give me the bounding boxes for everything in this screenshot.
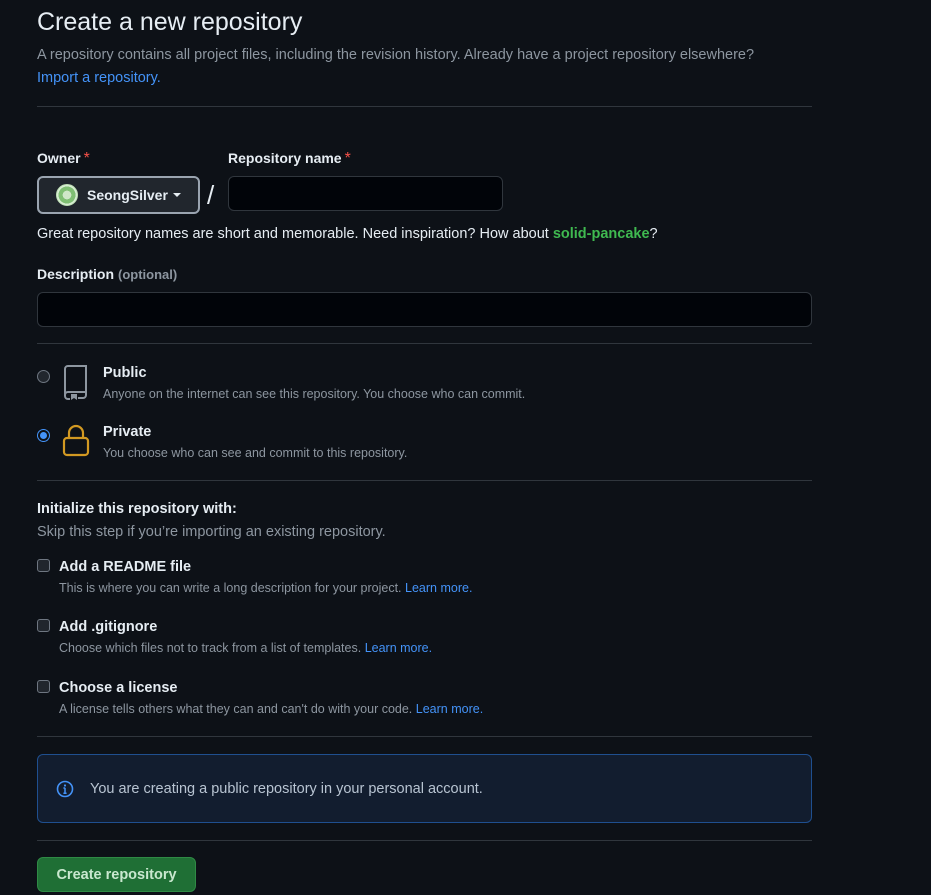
divider-notice (37, 736, 812, 737)
divider-initialize (37, 480, 812, 481)
gitignore-learn-more-link[interactable]: Learn more. (365, 641, 432, 655)
initialize-subtitle: Skip this step if you’re importing an ex… (37, 524, 386, 540)
info-icon (56, 780, 74, 797)
visibility-notice-text: You are creating a public repository in … (90, 780, 483, 797)
initialize-title: Initialize this repository with: (37, 501, 237, 517)
create-repository-button[interactable]: Create repository (37, 857, 196, 892)
lock-icon (62, 424, 90, 457)
owner-repo-separator: / (207, 180, 215, 210)
public-title: Public (103, 365, 147, 381)
name-suggestion[interactable]: solid-pancake (553, 226, 650, 242)
name-hint-text: Great repository names are short and mem… (37, 226, 553, 242)
gitignore-title[interactable]: Add .gitignore (59, 619, 157, 635)
private-description: You choose who can see and commit to thi… (103, 446, 408, 460)
gitignore-description: Choose which files not to track from a l… (59, 641, 432, 655)
gitignore-checkbox[interactable] (37, 619, 50, 632)
license-checkbox[interactable] (37, 680, 50, 693)
subtitle-text: A repository contains all project files,… (37, 47, 755, 63)
private-radio[interactable] (37, 429, 50, 442)
page-subtitle: A repository contains all project files,… (37, 44, 812, 90)
readme-learn-more-link[interactable]: Learn more. (405, 581, 472, 595)
owner-dropdown-button[interactable]: SeongSilver (37, 176, 200, 214)
readme-description-text: This is where you can write a long descr… (59, 581, 402, 595)
readme-title[interactable]: Add a README file (59, 559, 191, 575)
owner-required-mark: * (83, 150, 90, 167)
public-radio[interactable] (37, 370, 50, 383)
owner-field: Owner * (37, 150, 90, 168)
license-title[interactable]: Choose a license (59, 680, 177, 696)
visibility-notice: You are creating a public repository in … (37, 754, 812, 823)
page: Create a new repository A repository con… (0, 0, 931, 895)
divider-top (37, 106, 812, 107)
owner-name: SeongSilver (87, 187, 168, 203)
avatar (56, 184, 78, 206)
name-hint: Great repository names are short and mem… (37, 226, 658, 242)
description-label: Description (37, 266, 115, 282)
divider-submit (37, 840, 812, 841)
name-hint-end: ? (649, 226, 658, 242)
owner-repo-row: Owner * SeongSilver / Repository name * (37, 150, 812, 214)
license-description-text: A license tells others what they can and… (59, 702, 413, 716)
license-learn-more-link[interactable]: Learn more. (416, 702, 483, 716)
repository-name-required-mark: * (344, 150, 351, 167)
public-description: Anyone on the internet can see this repo… (103, 387, 526, 401)
description-label-row: Description (optional) (37, 266, 177, 284)
repo-icon (64, 365, 87, 400)
triangle-down-icon (172, 193, 181, 197)
repository-name-label: Repository name (228, 150, 342, 166)
readme-description: This is where you can write a long descr… (59, 581, 472, 595)
private-title: Private (103, 424, 152, 440)
gitignore-description-text: Choose which files not to track from a l… (59, 641, 362, 655)
owner-label: Owner (37, 150, 81, 166)
description-optional-label: (optional) (118, 267, 178, 282)
description-input[interactable] (37, 292, 812, 327)
page-title: Create a new repository (37, 8, 303, 36)
import-repository-link[interactable]: Import a repository. (37, 70, 161, 86)
repository-name-input[interactable] (228, 176, 503, 211)
readme-checkbox[interactable] (37, 559, 50, 572)
divider-visibility (37, 343, 812, 344)
new-repo-form: Create a new repository A repository con… (37, 0, 812, 892)
license-description: A license tells others what they can and… (59, 702, 483, 716)
repository-name-field: Repository name * (228, 150, 503, 211)
